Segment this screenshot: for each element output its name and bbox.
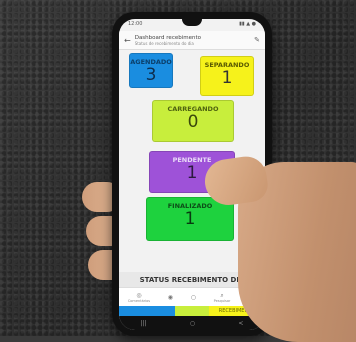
nav-item-search[interactable]: ⌕ Pesquisar — [214, 292, 231, 303]
back-icon[interactable]: < — [238, 320, 243, 327]
app-titles: Dashboard recebimento Status de recebime… — [135, 35, 250, 46]
circle-icon: ◉ — [167, 293, 174, 301]
card-value: 1 — [221, 68, 233, 88]
nav-item-comments[interactable]: ◎ Comentários — [128, 292, 150, 303]
circle-outline-icon: ○ — [190, 293, 196, 301]
edit-icon[interactable]: ✎ — [254, 36, 260, 44]
card-value: 0 — [187, 112, 199, 132]
nav-item-3[interactable]: ○ — [191, 294, 196, 301]
strip-blue — [119, 306, 175, 316]
back-arrow-icon[interactable]: ← — [124, 36, 131, 45]
comment-icon: ◎ — [136, 291, 142, 299]
card-separando[interactable]: SEPARANDO 1 — [200, 56, 254, 96]
strip-green — [175, 306, 209, 316]
status-time: 12:00 — [128, 21, 143, 27]
system-nav-bar: ||| ○ < — [119, 316, 265, 330]
card-carregando[interactable]: CARREGANDO 0 — [152, 100, 234, 142]
app-bar: ← Dashboard recebimento Status de recebi… — [119, 31, 265, 50]
status-icons: ▮▮ ▲ ● — [239, 21, 256, 27]
card-agendado[interactable]: AGENDADO 3 — [129, 53, 173, 88]
nav-item-2[interactable]: ◉ — [168, 294, 173, 301]
search-icon: ⌕ — [220, 291, 224, 299]
recent-apps-icon[interactable]: ||| — [141, 320, 147, 327]
nav-label: Comentários — [127, 298, 151, 303]
home-icon[interactable]: ○ — [190, 320, 195, 327]
card-value: 1 — [184, 209, 196, 229]
app-subtitle: Status de recebimento do dia — [134, 40, 194, 46]
nav-label: Pesquisar — [213, 298, 231, 303]
card-value: 3 — [145, 65, 157, 85]
